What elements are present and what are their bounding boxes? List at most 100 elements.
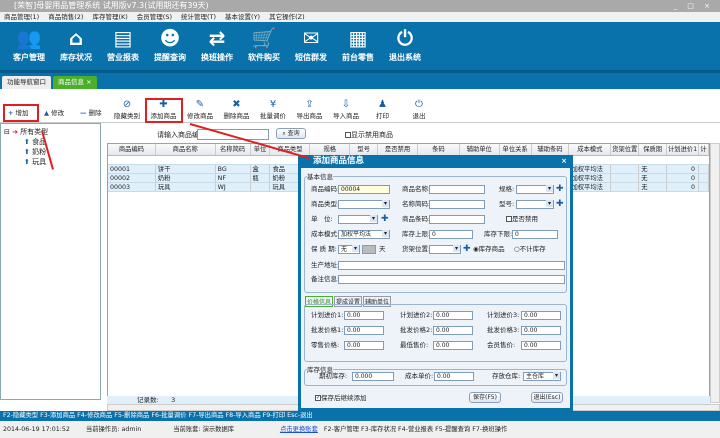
- menu-item[interactable]: 商品管理(1): [4, 12, 39, 22]
- column-header[interactable]: 计划进价1: [667, 144, 699, 155]
- change-account-link[interactable]: 点击更换账套: [280, 426, 318, 433]
- toolbar-button-7[interactable]: ✉ 短信群发: [288, 22, 334, 70]
- tab-navigation[interactable]: 功能导航窗口: [2, 76, 51, 89]
- batch-price-button[interactable]: ¥ 批量调价: [254, 99, 292, 120]
- column-header[interactable]: 保质期: [639, 144, 668, 155]
- delete-category-button[interactable]: — 删除: [80, 107, 102, 117]
- toolbar-button-3[interactable]: ▤ 营业报表: [100, 22, 146, 70]
- toolbar-button-5[interactable]: ⇄ 换班操作: [194, 22, 240, 70]
- warehouse-select[interactable]: 主仓库: [523, 372, 561, 381]
- column-header[interactable]: 型号: [350, 144, 379, 155]
- column-header[interactable]: 成本模式: [569, 144, 612, 155]
- import-product-button[interactable]: ⇩ 导入商品: [327, 99, 365, 120]
- init-stock-input[interactable]: 0.000: [352, 372, 394, 381]
- collapse-icon[interactable]: ⊟: [4, 128, 12, 136]
- price-input[interactable]: 0.00: [521, 341, 561, 350]
- cost-mode-select[interactable]: 加权平均法: [338, 230, 390, 239]
- show-disabled-checkbox[interactable]: 显示禁用商品: [345, 130, 393, 140]
- menu-item[interactable]: 基本设置(Y): [225, 12, 260, 22]
- type-select[interactable]: [338, 200, 390, 209]
- menu-item[interactable]: 统计管理(T): [181, 12, 216, 22]
- vertical-scrollbar[interactable]: [710, 143, 720, 403]
- table-cell: 无: [639, 165, 668, 173]
- column-header[interactable]: 是否禁用: [378, 144, 418, 155]
- tree-item[interactable]: ⬆ 食品: [4, 137, 97, 147]
- shelf-days-input[interactable]: [362, 245, 376, 254]
- exit-button[interactable]: 退出(Esc): [531, 392, 563, 403]
- table-cell: 盒: [251, 165, 271, 173]
- add-model-icon[interactable]: ✚: [556, 200, 564, 209]
- continue-checkbox[interactable]: ✓保存后继续添加: [315, 394, 367, 403]
- column-header[interactable]: 商品名称: [156, 144, 216, 155]
- abbr-input[interactable]: [429, 200, 485, 209]
- price-input[interactable]: 0.00: [433, 311, 473, 320]
- add-unit-icon[interactable]: ✚: [381, 215, 389, 224]
- toolbar-button-6[interactable]: 🛒 软件购买: [241, 22, 287, 70]
- toolbar-button-2[interactable]: ⌂ 库存状况: [53, 22, 99, 70]
- add-location-icon[interactable]: ✚: [463, 245, 471, 254]
- power-icon: ⏻: [397, 26, 413, 50]
- window-controls[interactable]: _ □ ×: [674, 0, 714, 12]
- export-product-button[interactable]: ⇪ 导出商品: [291, 99, 329, 120]
- close-icon[interactable]: ×: [86, 78, 91, 86]
- column-header[interactable]: 商品编码: [108, 144, 156, 155]
- column-header[interactable]: 货架位置: [611, 144, 640, 155]
- table-cell: BG: [216, 165, 251, 173]
- unit-cost-input[interactable]: 0.00: [434, 372, 474, 381]
- toolbar-button-8[interactable]: ▦ 前台零售: [335, 22, 381, 70]
- stock-upper-input[interactable]: 0: [429, 230, 473, 239]
- price-input[interactable]: 0.00: [521, 311, 561, 320]
- unit-select[interactable]: [338, 215, 378, 224]
- stock-item-radio[interactable]: ◉库存商品: [473, 245, 505, 254]
- button-label: 导入商品: [333, 112, 359, 120]
- barcode-input[interactable]: [429, 215, 485, 224]
- status-bar: 2014-06-19 17:01:52 当前操作员: admin 当前账套: 演…: [0, 421, 720, 438]
- toolbar-button-1[interactable]: 👥 客户管理: [6, 22, 52, 70]
- price-input[interactable]: 0.00: [344, 326, 384, 335]
- price-input[interactable]: 0.00: [344, 341, 384, 350]
- price-input[interactable]: 0.00: [433, 326, 473, 335]
- column-header[interactable]: 单位关系: [500, 144, 532, 155]
- delete-product-button[interactable]: ✖ 删除商品: [218, 99, 256, 120]
- tab-product-info[interactable]: 商品信息 ×: [53, 76, 97, 89]
- disabled-checkbox[interactable]: 是否禁用: [506, 215, 538, 224]
- menu-item[interactable]: 会员管理(S): [137, 12, 172, 22]
- column-header[interactable]: 规格: [310, 144, 351, 155]
- column-header[interactable]: 计: [699, 144, 709, 155]
- name-input[interactable]: [429, 185, 485, 194]
- table-cell: 无: [639, 183, 668, 191]
- stock-lower-input[interactable]: 0: [512, 230, 558, 239]
- toolbar-button-4[interactable]: ☻ 提醒查询: [147, 22, 193, 70]
- menu-item[interactable]: 商品销售(2): [48, 12, 83, 22]
- edit-product-button[interactable]: ✎ 修改商品: [181, 99, 219, 120]
- exit-button[interactable]: ⏻ 退出: [400, 99, 438, 120]
- cart-icon: 🛒: [251, 26, 277, 50]
- save-button[interactable]: 保存(F5): [469, 392, 501, 403]
- price-input[interactable]: 0.00: [521, 326, 561, 335]
- column-header[interactable]: 辅助条码: [532, 144, 570, 155]
- note-input[interactable]: [338, 275, 565, 284]
- menu-item[interactable]: 其它操作(Z): [269, 12, 305, 22]
- no-stock-radio[interactable]: ○不计库存: [514, 245, 546, 254]
- toolbar-button-9[interactable]: ⏻ 退出系统: [382, 22, 428, 70]
- menu-item[interactable]: 库存管理(K): [92, 12, 127, 22]
- location-select[interactable]: [429, 245, 461, 254]
- shelf-life-select[interactable]: 无: [338, 245, 360, 254]
- close-icon[interactable]: ×: [561, 155, 567, 168]
- price-input[interactable]: 0.00: [344, 311, 384, 320]
- add-spec-icon[interactable]: ✚: [556, 185, 564, 194]
- price-input[interactable]: 0.00: [433, 341, 473, 350]
- model-select[interactable]: [516, 200, 554, 209]
- query-button[interactable]: ⌕ 查询: [276, 128, 306, 139]
- edit-category-button[interactable]: ▲ 修改: [44, 107, 64, 117]
- column-header[interactable]: 辅助单位: [460, 144, 500, 155]
- spec-select[interactable]: [516, 185, 554, 194]
- tree-root[interactable]: ⊟ ➜ 所有类型: [4, 127, 97, 137]
- tree-item[interactable]: ⬆ 奶粉: [4, 147, 97, 157]
- column-header[interactable]: 条码: [418, 144, 460, 155]
- code-input[interactable]: 00004: [338, 185, 390, 194]
- print-button[interactable]: ♟ 打印: [364, 99, 402, 120]
- hide-category-button[interactable]: ⊘ 隐藏类别: [108, 99, 146, 120]
- column-header[interactable]: 名称简码: [216, 144, 251, 155]
- address-input[interactable]: [338, 261, 565, 270]
